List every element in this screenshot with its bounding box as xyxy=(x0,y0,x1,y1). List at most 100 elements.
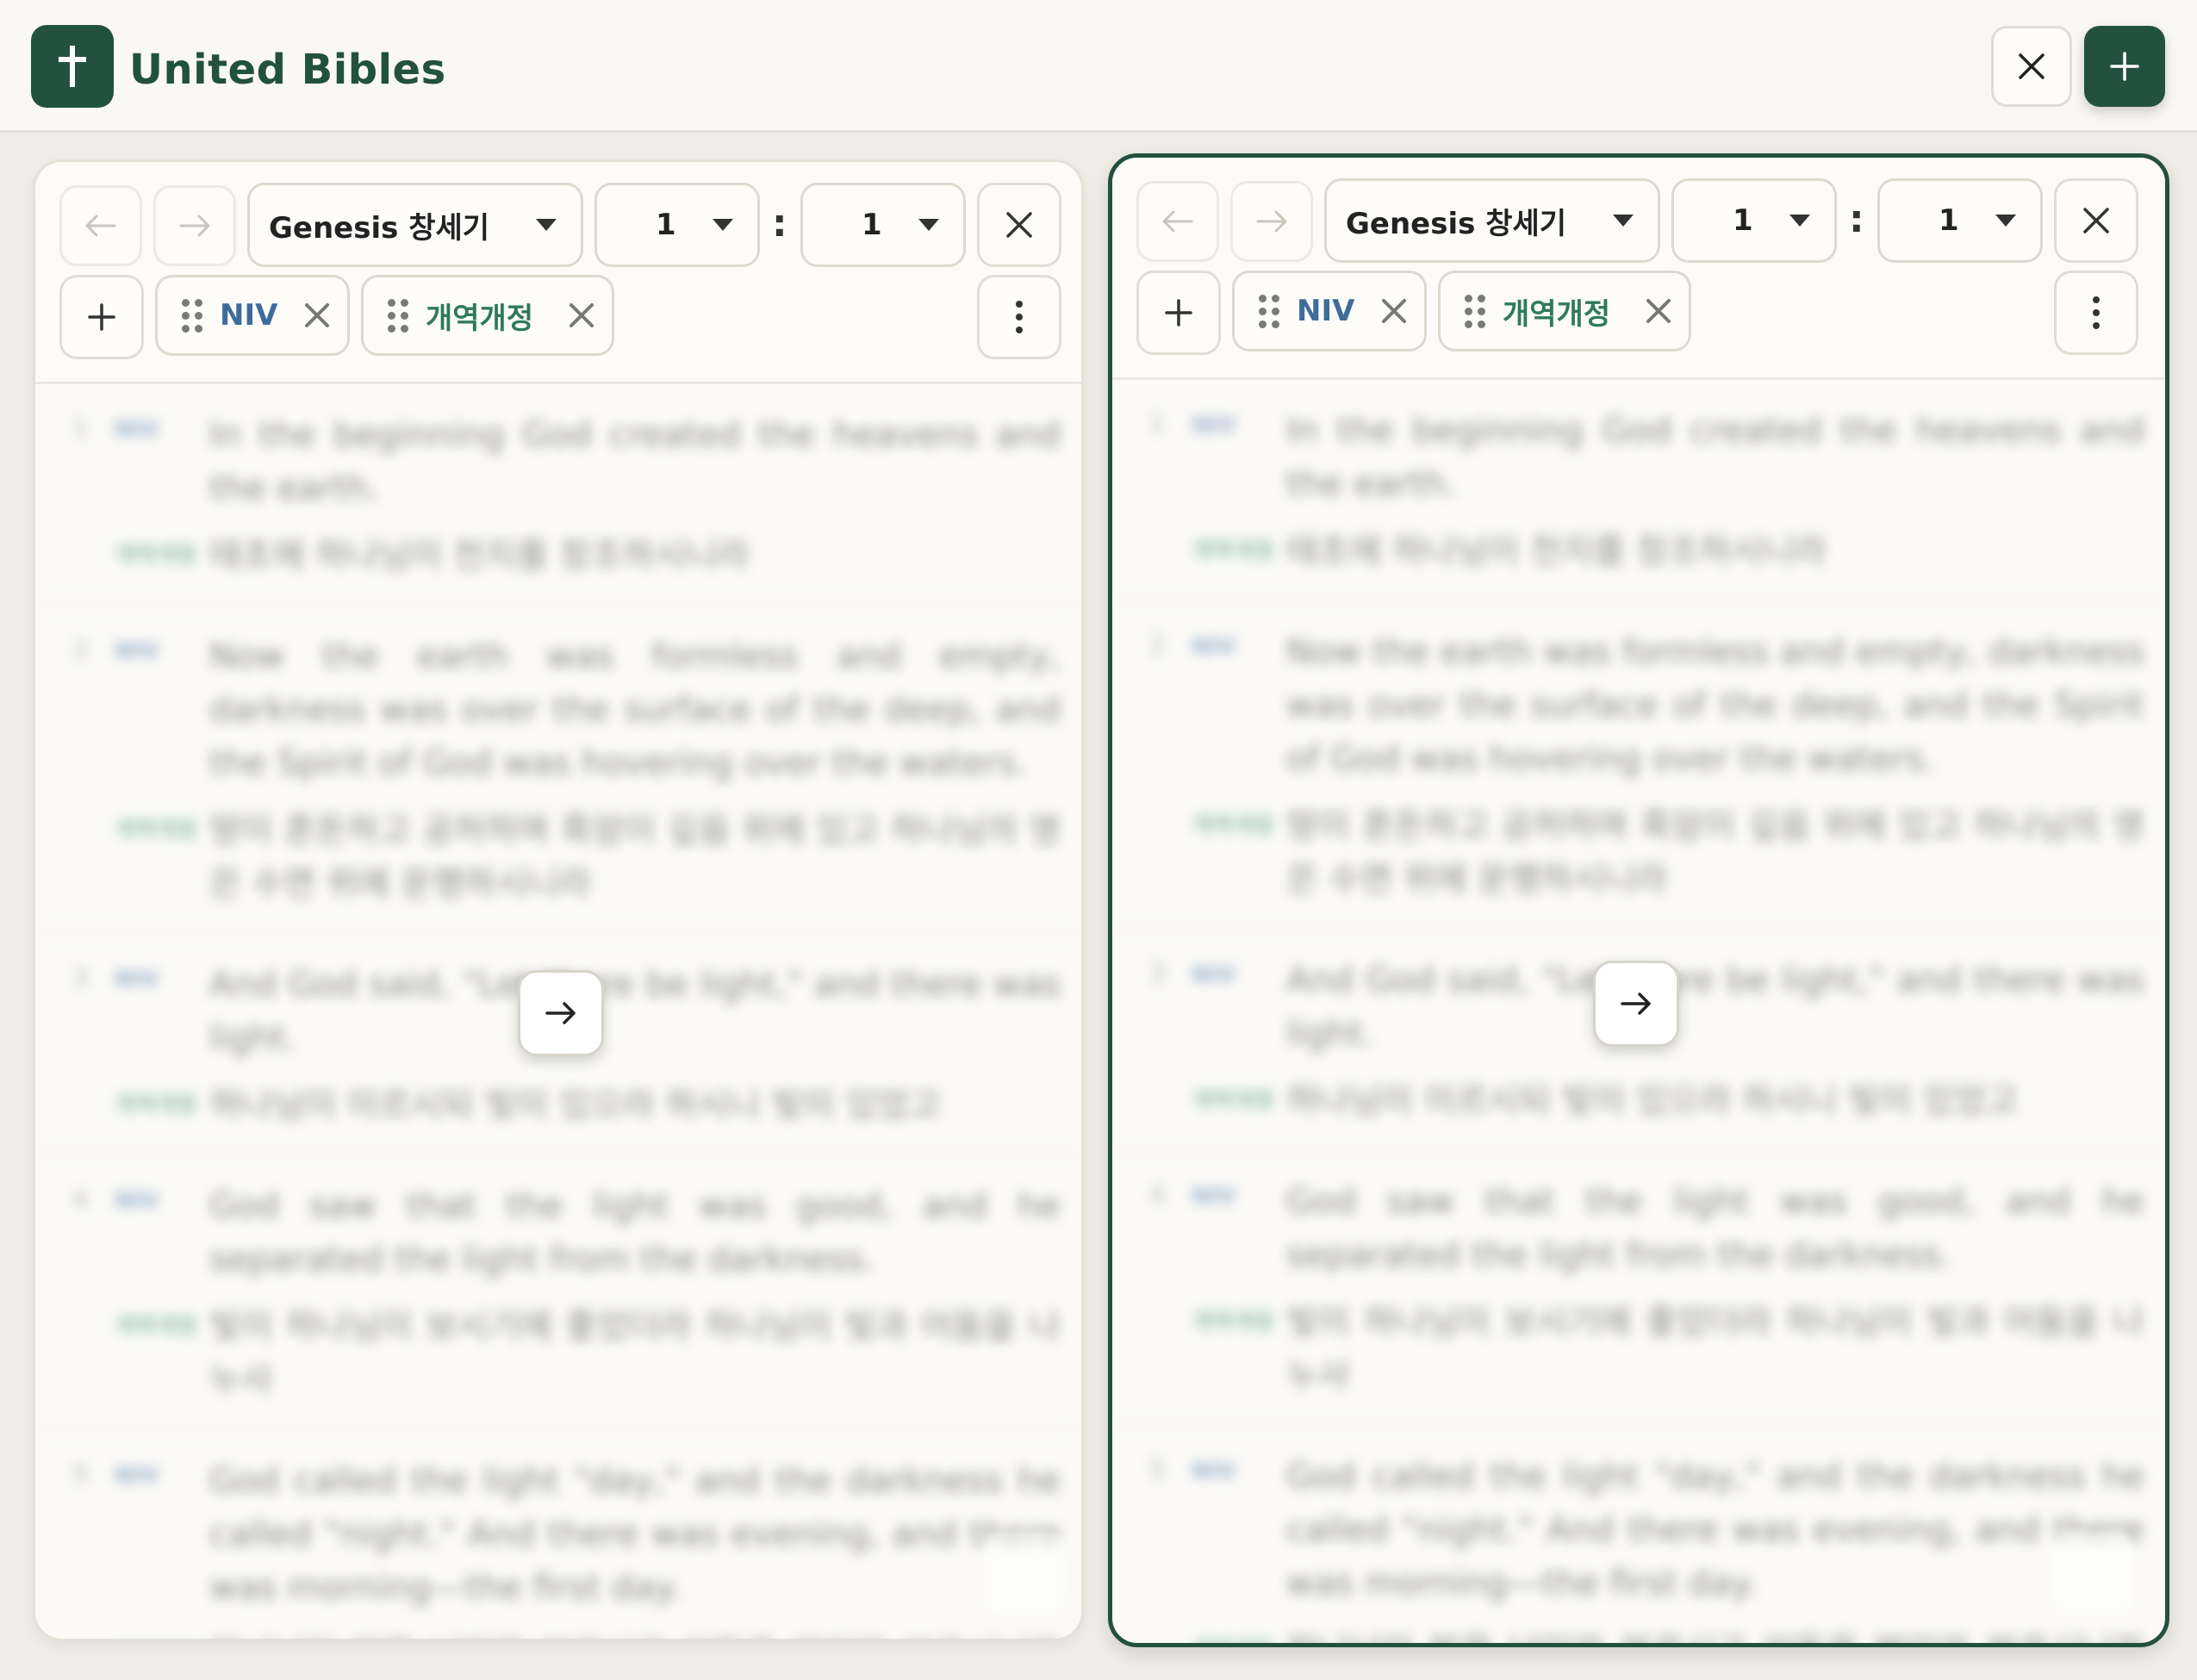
verse-number-spacer xyxy=(35,1300,89,1305)
verse-text-niv: Now the earth was formless and empty, da… xyxy=(209,637,1061,783)
more-options-button[interactable] xyxy=(2054,271,2138,355)
verse-select-value: 1 xyxy=(1939,203,1959,238)
verse-translation-tag: 개역개정 xyxy=(115,818,197,843)
verse-row: 4 NIV God saw that the light was good, and… xyxy=(35,1155,1081,1430)
add-translation-button[interactable] xyxy=(1136,271,1221,355)
verse-text-niv: God saw that the light was good, and he … xyxy=(1286,1182,2144,1275)
verse-text-niv: And God said, "Let there be light," and … xyxy=(209,965,1061,1058)
chapter-select[interactable]: 1 xyxy=(594,183,760,267)
verse-translation-tag: NIV xyxy=(1192,413,1236,439)
plus-icon xyxy=(1165,299,1192,327)
verse-row: 4 NIV God saw that the light was good, and… xyxy=(1112,1151,2165,1426)
chapter-select[interactable]: 1 xyxy=(1671,178,1837,263)
chapter-select-value: 1 xyxy=(656,208,676,242)
more-options-button[interactable] xyxy=(977,275,1061,359)
verse-translation-tag: NIV xyxy=(1192,1184,1236,1210)
close-icon xyxy=(1006,212,1032,238)
drag-handle-icon[interactable] xyxy=(1465,294,1485,328)
verse-number: 2 xyxy=(72,635,89,665)
verse-text-kr: 하나님이 빛을 낮이라 부르시고 어둠을 밤이라 부르시니라 저녁이 되고 아침… xyxy=(209,1628,1069,1639)
remove-translation-icon[interactable] xyxy=(569,302,594,328)
chevron-down-icon xyxy=(1995,215,2016,227)
verse-number-spacer xyxy=(1112,1074,1166,1080)
verse-number-spacer xyxy=(1112,1624,1166,1629)
clear-reference-button[interactable] xyxy=(977,183,1061,267)
verse-text-kr: 태초에 하나님이 천지를 창조하시니라 xyxy=(1286,532,1827,571)
forward-button[interactable] xyxy=(1230,181,1313,262)
verse-text-niv: God saw that the light was good, and he … xyxy=(209,1186,1061,1279)
next-chapter-button[interactable] xyxy=(1593,961,1679,1047)
plus-icon xyxy=(88,303,115,331)
verse-translation-tag: 개역개정 xyxy=(1166,1624,1286,1643)
remove-translation-icon[interactable] xyxy=(1381,298,1407,324)
verse-text-kr: 태초에 하나님이 천지를 창조하시니라 xyxy=(209,536,750,576)
verse-text-niv: God called the light "day," and the dark… xyxy=(209,1461,1061,1608)
next-chapter-button[interactable] xyxy=(518,970,604,1056)
arrow-left-icon xyxy=(85,215,116,237)
verse-number-spacer xyxy=(1112,525,1166,530)
scroll-next-ghost-button xyxy=(2051,1532,2134,1615)
arrow-right-icon xyxy=(179,215,210,237)
verse-select-value: 1 xyxy=(862,208,882,242)
drag-handle-icon[interactable] xyxy=(388,298,408,333)
verse-translation-tag: 개역개정 xyxy=(89,1628,209,1639)
verse-translation-tag: NIV xyxy=(1192,634,1236,660)
verse-text-kr: 빛이 하나님이 보시기에 좋았더라 하나님이 빛과 어둠을 나누사 xyxy=(209,1307,1061,1400)
drag-handle-icon[interactable] xyxy=(182,298,202,333)
back-button[interactable] xyxy=(59,185,142,266)
verse-number: 3 xyxy=(1148,959,1166,989)
book-select[interactable]: Genesis 창세기 xyxy=(1324,178,1660,263)
arrow-right-icon xyxy=(1621,992,1651,1015)
forward-button[interactable] xyxy=(153,185,236,266)
verse-text-kr: 하나님이 빛을 낮이라 부르시고 어둠을 밤이라 부르시니라 저녁이 되고 아침… xyxy=(1286,1624,2153,1643)
translation-chip-label: NIV xyxy=(220,298,278,333)
back-button[interactable] xyxy=(1136,181,1219,262)
verse-text-kr: 땅이 혼돈하고 공허하며 흑암이 깊음 위에 있고 하나님의 영은 수면 위에 … xyxy=(1286,806,2144,899)
translation-chip-niv[interactable]: NIV xyxy=(155,275,350,356)
chevron-down-icon xyxy=(713,219,733,231)
translation-chip-krv[interactable]: 개역개정 xyxy=(1438,271,1691,352)
cross-logo-icon xyxy=(31,25,114,108)
book-select[interactable]: Genesis 창세기 xyxy=(247,183,583,267)
verse-number-spacer xyxy=(35,804,89,809)
translation-chip-label: 개역개정 xyxy=(426,301,534,336)
translation-chip-label: 개역개정 xyxy=(1503,296,1611,332)
verse-translation-tag: NIV xyxy=(115,967,159,992)
translation-chip-niv[interactable]: NIV xyxy=(1232,271,1427,352)
translation-chip-krv[interactable]: 개역개정 xyxy=(361,275,614,356)
kebab-menu-icon xyxy=(1016,301,1023,333)
verse-select[interactable]: 1 xyxy=(800,183,966,267)
verse-number: 5 xyxy=(1148,1455,1166,1485)
verse-translation-tag: NIV xyxy=(115,417,159,443)
verse-text-niv: And God said, "Let there be light," and … xyxy=(1286,961,2144,1054)
verse-translation-tag: NIV xyxy=(1192,1459,1236,1484)
clear-reference-button[interactable] xyxy=(2054,178,2138,263)
verse-translation-tag: 개역개정 xyxy=(115,1314,197,1340)
verse-translation-tag: NIV xyxy=(115,1463,159,1489)
verse-select[interactable]: 1 xyxy=(1877,178,2043,263)
verse-translation-tag: 개역개정 xyxy=(1192,1088,1274,1114)
plus-icon xyxy=(2110,52,2139,81)
verse-text-kr: 빛이 하나님이 보시기에 좋았더라 하나님이 빛과 어둠을 나누사 xyxy=(1286,1303,2144,1396)
remove-translation-icon[interactable] xyxy=(1646,298,1671,324)
close-icon xyxy=(2083,208,2109,233)
verse-number: 5 xyxy=(72,1459,89,1490)
bible-panel-right: Genesis 창세기 1 : 1 NIV 개역개정 1 NIV In the … xyxy=(1108,153,2169,1647)
verse-text-niv: God called the light "day," and the dark… xyxy=(1286,1457,2144,1603)
verse-translation-tag: 개역개정 xyxy=(1192,538,1274,564)
chapter-verse-separator: : xyxy=(772,202,787,246)
remove-translation-icon[interactable] xyxy=(304,302,330,328)
verse-number: 4 xyxy=(1148,1180,1166,1210)
scroll-next-ghost-button xyxy=(983,1532,1066,1615)
add-panel-button[interactable] xyxy=(2084,26,2165,107)
verse-row: 2 NIV Now the earth was formless and empty… xyxy=(35,606,1081,934)
chapter-select-value: 1 xyxy=(1733,203,1753,238)
verse-row: 2 NIV Now the earth was formless and empty… xyxy=(1112,601,2165,930)
chevron-down-icon xyxy=(536,219,557,231)
add-translation-button[interactable] xyxy=(59,275,144,359)
book-select-value: Genesis 창세기 xyxy=(1346,206,1567,241)
close-panel-button[interactable] xyxy=(1991,26,2072,107)
arrow-right-icon xyxy=(1256,210,1287,233)
verse-row: 5 NIV God called the light "day," and the … xyxy=(1112,1426,2165,1643)
drag-handle-icon[interactable] xyxy=(1259,294,1279,328)
